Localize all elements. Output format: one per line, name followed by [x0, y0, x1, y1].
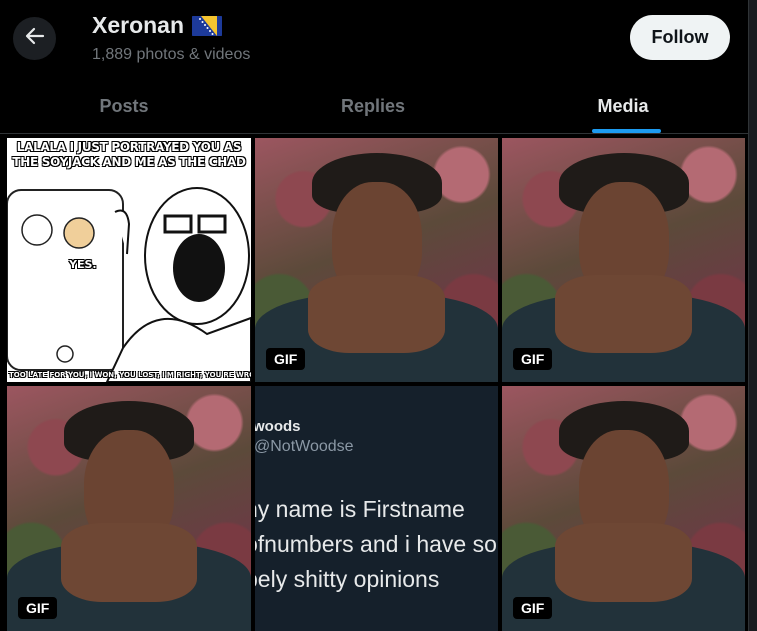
back-button[interactable] — [13, 17, 56, 60]
tweet-author-name: woods — [255, 418, 301, 435]
meme-yes-text: YES. — [69, 258, 97, 271]
window-frame-edge — [749, 0, 757, 631]
tweet-text-line: bely shitty opinions — [255, 566, 440, 592]
meme-bottom-text: TOO LATE FOR YOU, I WON, YOU LOST, I'M R… — [9, 371, 251, 379]
gif-badge: GIF — [18, 597, 58, 619]
gif-badge: GIF — [513, 348, 553, 370]
tweet-author-handle: @NotWoodse — [255, 438, 354, 455]
tweet-text-line: ofnumbers and i have so — [255, 531, 497, 557]
follow-button[interactable]: Follow — [630, 15, 730, 60]
media-tile-gif[interactable]: GIF — [502, 386, 745, 631]
tab-posts[interactable]: Posts — [0, 78, 248, 134]
soyjak-illustration — [7, 187, 251, 382]
meme-top-text: LALALA I JUST PORTRAYED YOU AS THE SOYJA… — [12, 140, 246, 169]
media-count: 1,889 photos & videos — [92, 46, 251, 63]
profile-tabs: Posts Replies Media — [0, 78, 748, 134]
active-tab-indicator — [592, 129, 661, 133]
tweet-text-line: ny name is Firstname — [255, 496, 465, 522]
arrow-left-icon — [25, 26, 45, 51]
profile-header: Xeronan 1,889 photos & videos Follow — [0, 0, 748, 78]
media-tile-tweet-screenshot[interactable]: woods @NotWoodse ny name is Firstname of… — [255, 386, 498, 631]
tab-replies[interactable]: Replies — [248, 78, 498, 134]
media-tile-gif[interactable]: GIF — [7, 386, 251, 631]
gif-badge: GIF — [513, 597, 553, 619]
media-tile-gif[interactable]: GIF — [255, 138, 498, 382]
tab-media[interactable]: Media — [498, 78, 748, 134]
profile-name: Xeronan — [92, 12, 185, 38]
bosnia-flag-icon — [192, 15, 223, 36]
profile-title: Xeronan 1,889 photos & videos — [92, 12, 250, 64]
media-tile-gif[interactable]: GIF — [502, 138, 745, 382]
media-tile-meme[interactable]: LALALA I JUST PORTRAYED YOU AS THE SOYJA… — [7, 138, 251, 382]
gif-badge: GIF — [266, 348, 306, 370]
